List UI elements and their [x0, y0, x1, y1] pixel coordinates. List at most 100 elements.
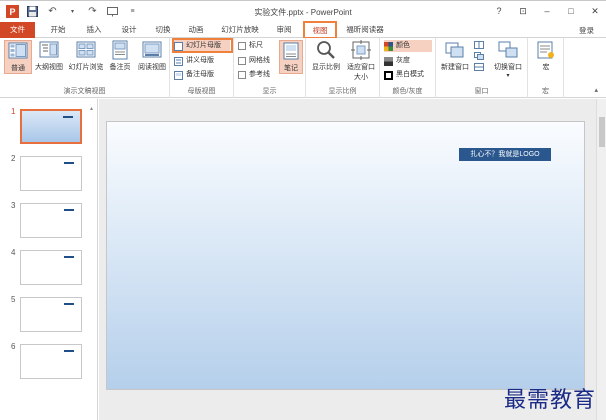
handout-master-label: 讲义母版: [186, 57, 214, 64]
tab-slideshow[interactable]: 幻灯片放映: [217, 22, 263, 38]
arrange-all-icon[interactable]: [474, 41, 484, 49]
group-label-window: 窗口: [474, 88, 489, 95]
tab-file[interactable]: 文件: [0, 22, 35, 38]
outline-view-label: 大纲视图: [35, 64, 63, 71]
slide-thumbnail-3[interactable]: [20, 203, 82, 238]
new-window-button[interactable]: 新建窗口: [438, 40, 472, 72]
collapse-ribbon-icon[interactable]: ▴: [594, 86, 598, 94]
help-icon[interactable]: ?: [492, 4, 506, 18]
thumb-title-placeholder: [64, 209, 74, 211]
slide-number: 5: [11, 295, 16, 304]
notes-master-label: 备注母版: [186, 71, 214, 78]
tab-insert[interactable]: 插入: [80, 22, 108, 38]
handout-master-button[interactable]: 讲义母版: [174, 55, 214, 67]
reading-view-label: 阅读视图: [138, 64, 166, 71]
group-label-show: 显示: [262, 88, 277, 95]
group-color-grayscale: 颜色 灰度 黑白模式 颜色/灰度: [380, 38, 436, 98]
notes-label: 笔记: [284, 65, 298, 72]
thumb-title-placeholder: [64, 350, 74, 352]
slide-sorter-button[interactable]: 幻灯片浏览: [66, 40, 106, 72]
gridlines-checkbox[interactable]: 网格线: [238, 55, 270, 67]
outline-view-icon: [39, 40, 59, 60]
zoom-button[interactable]: 显示比例: [308, 40, 344, 72]
normal-view-label: 普通: [11, 65, 25, 72]
thumb-title-placeholder: [64, 256, 74, 258]
color-swatch-icon: [384, 41, 393, 51]
gridlines-label: 网格线: [249, 57, 270, 64]
notes-page-button[interactable]: 备注页: [106, 40, 134, 72]
tab-animations[interactable]: 动画: [182, 22, 210, 38]
guides-checkbox-box[interactable]: [238, 71, 246, 79]
slide-sorter-icon: [76, 40, 96, 60]
slide-number: 3: [11, 201, 16, 210]
slide-thumbnail-1[interactable]: [20, 109, 82, 144]
group-macros: 宏 宏: [528, 38, 564, 98]
notes-icon: [281, 41, 301, 61]
ribbon: 普通 大纲视图 幻灯片浏览 备注页 阅读视图 演示文稿视图 幻灯片母版 讲义母版: [0, 38, 606, 98]
tab-view[interactable]: 视图: [303, 21, 337, 39]
thumb-title-placeholder: [63, 116, 73, 118]
outline-view-button[interactable]: 大纲视图: [34, 40, 64, 72]
chevron-up-icon[interactable]: ▴: [90, 105, 95, 113]
tab-design[interactable]: 设计: [115, 22, 143, 38]
slide-canvas[interactable]: 扎心不？我就是LOGO: [106, 121, 585, 390]
fit-to-window-button[interactable]: 适应窗口大小: [344, 40, 378, 82]
normal-view-button[interactable]: 普通: [4, 40, 32, 74]
group-window: 新建窗口 切换窗口 ▾ 窗口: [436, 38, 528, 98]
macros-button[interactable]: 宏: [532, 40, 560, 72]
slide-thumbnail-5[interactable]: [20, 297, 82, 332]
color-label: 颜色: [396, 42, 410, 49]
title-bar: P ↶ ▾ ↷ ≡ 实验文件.pptx - PowerPoint ? ⊡ – □…: [0, 0, 606, 22]
notes-master-button[interactable]: 备注母版: [174, 69, 214, 81]
notes-page-label: 备注页: [109, 64, 131, 71]
highlight-slide-master: [172, 38, 233, 53]
slide-thumbnail-4[interactable]: [20, 250, 82, 285]
slide-number: 6: [11, 342, 16, 351]
magnifier-icon: [316, 40, 336, 60]
minimize-icon[interactable]: –: [540, 4, 554, 18]
slide-thumbnail-2[interactable]: [20, 156, 82, 191]
cascade-icon[interactable]: [474, 52, 484, 60]
grayscale-label: 灰度: [396, 57, 410, 64]
slide-editing-area: 扎心不？我就是LOGO: [99, 99, 596, 420]
handout-master-icon: [174, 56, 183, 66]
grayscale-swatch-icon: [384, 56, 393, 66]
group-zoom: 显示比例 适应窗口大小 显示比例: [306, 38, 380, 98]
grayscale-button[interactable]: 灰度: [384, 55, 410, 67]
reading-view-button[interactable]: 阅读视图: [136, 40, 168, 72]
login-link[interactable]: 登录: [579, 25, 594, 36]
macros-icon: [536, 40, 556, 60]
maximize-icon[interactable]: □: [564, 4, 578, 18]
slide-thumbnail-6[interactable]: [20, 344, 82, 379]
slide-number: 1: [11, 107, 16, 116]
thumb-title-placeholder: [64, 303, 74, 305]
ruler-checkbox-box[interactable]: [238, 42, 246, 50]
group-label-master-views: 母版视图: [187, 88, 216, 95]
thumb-title-placeholder: [64, 162, 74, 164]
tab-home[interactable]: 开始: [44, 22, 72, 38]
notes-button[interactable]: 笔记: [279, 40, 303, 74]
guides-checkbox[interactable]: 参考线: [238, 69, 270, 81]
group-master-views: 幻灯片母版 讲义母版 备注母版 母版视图: [170, 38, 234, 98]
black-white-swatch-icon: [384, 70, 393, 80]
ribbon-display-icon[interactable]: ⊡: [516, 4, 530, 18]
scrollbar-thumb[interactable]: [599, 117, 605, 147]
color-button[interactable]: 颜色: [384, 40, 432, 52]
switch-window-label: 切换窗口: [494, 64, 522, 71]
vertical-scrollbar[interactable]: [596, 99, 606, 420]
logo-text-box[interactable]: 扎心不？我就是LOGO: [459, 148, 551, 161]
guides-label: 参考线: [249, 71, 270, 78]
group-label-color-grayscale: 颜色/灰度: [392, 88, 423, 95]
ruler-checkbox[interactable]: 标尺: [238, 40, 263, 52]
group-show: 标尺 网格线 参考线 笔记 显示: [234, 38, 306, 98]
black-white-button[interactable]: 黑白模式: [384, 69, 424, 81]
switch-window-button[interactable]: 切换窗口 ▾: [490, 40, 526, 79]
chevron-down-icon: ▾: [506, 73, 510, 79]
tab-review[interactable]: 审阅: [270, 22, 298, 38]
move-split-icon[interactable]: [474, 63, 484, 71]
slide-thumbnail-panel: 1 2 3 4 5 6 ▴: [0, 99, 98, 420]
gridlines-checkbox-box[interactable]: [238, 57, 246, 65]
tab-transitions[interactable]: 切换: [149, 22, 177, 38]
close-icon[interactable]: ✕: [588, 4, 602, 18]
tab-foxit-reader[interactable]: 福昕阅读器: [342, 22, 388, 38]
